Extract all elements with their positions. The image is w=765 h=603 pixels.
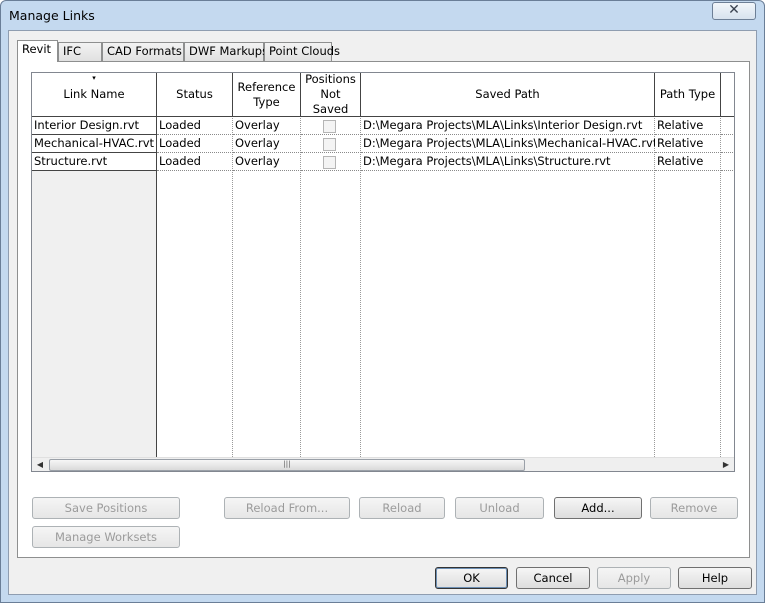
filler-cell [721,117,734,135]
scroll-right-icon[interactable]: ▶ [718,458,734,471]
column-label: Status [176,87,213,101]
link-name-cell[interactable]: Interior Design.rvt [32,117,157,135]
column-label: Saved Path [475,87,540,101]
filler-cell [721,153,734,171]
column-header-path-type[interactable]: Path Type [655,73,721,117]
tab-revit[interactable]: Revit [17,40,58,62]
add-button[interactable]: Add... [554,497,642,519]
column-label: Link Name [63,87,125,101]
tab-point-clouds[interactable]: Point Clouds [264,42,340,61]
column-header-saved-path[interactable]: Saved Path [361,73,655,117]
positions-not-saved-checkbox[interactable] [323,156,336,169]
scroll-left-icon[interactable]: ◀ [32,458,48,471]
links-table: ▾ Link Name Status Reference Type Positio… [31,72,735,472]
column-label: Positions Not Saved [305,72,356,116]
positions-not-saved-cell [301,117,361,135]
column-label: Path Type [659,87,716,101]
tab-dwf-markups[interactable]: DWF Markups [184,42,268,61]
saved-path-cell[interactable]: D:\Megara Projects\MLA\Links\Structure.r… [361,153,655,171]
save-positions-button[interactable]: Save Positions [32,497,180,519]
reference-type-cell[interactable]: Overlay [233,153,301,171]
reload-button[interactable]: Reload [359,497,445,519]
close-button[interactable]: ✕ [712,2,756,20]
status-cell[interactable]: Loaded [157,135,233,153]
filler-cell [721,135,734,153]
grip-icon: ||| [283,460,291,468]
column-header-reference-type[interactable]: Reference Type [233,73,301,117]
positions-not-saved-cell [301,135,361,153]
table-row[interactable]: Interior Design.rvt Loaded Overlay D:\Me… [32,117,734,135]
help-button[interactable]: Help [678,567,752,589]
sort-descending-icon: ▾ [92,74,96,82]
manage-worksets-button[interactable]: Manage Worksets [32,526,180,548]
positions-not-saved-checkbox[interactable] [323,138,336,151]
title-bar[interactable]: Manage Links ✕ [1,1,764,31]
path-type-cell[interactable]: Relative [655,135,721,153]
column-label: Reference Type [237,79,296,109]
unload-button[interactable]: Unload [455,497,544,519]
link-name-cell[interactable]: Structure.rvt [32,153,157,171]
saved-path-cell[interactable]: D:\Megara Projects\MLA\Links\Mechanical-… [361,135,655,153]
close-icon: ✕ [728,2,740,18]
dialog-title: Manage Links [9,8,95,23]
table-row[interactable]: Mechanical-HVAC.rvt Loaded Overlay D:\Me… [32,135,734,153]
status-cell[interactable]: Loaded [157,153,233,171]
path-type-cell[interactable]: Relative [655,117,721,135]
ok-button[interactable]: OK [435,567,508,589]
tab-ifc[interactable]: IFC [58,42,102,61]
revit-tab-panel: ▾ Link Name Status Reference Type Positio… [17,61,750,558]
path-type-cell[interactable]: Relative [655,153,721,171]
scrollbar-thumb[interactable]: ||| [49,459,525,471]
column-header-status[interactable]: Status [157,73,233,117]
remove-button[interactable]: Remove [650,497,738,519]
table-row[interactable]: Structure.rvt Loaded Overlay D:\Megara P… [32,153,734,171]
column-header-filler [721,73,734,117]
cancel-button[interactable]: Cancel [516,567,590,589]
reference-type-cell[interactable]: Overlay [233,117,301,135]
column-header-positions-not-saved[interactable]: Positions Not Saved [301,73,361,117]
horizontal-scrollbar[interactable]: ◀ ||| ▶ [32,457,734,471]
dialog-client-area: Revit IFC CAD Formats DWF Markups Point … [8,30,757,595]
apply-button[interactable]: Apply [597,567,671,589]
reload-from-button[interactable]: Reload From... [224,497,350,519]
positions-not-saved-cell [301,153,361,171]
column-header-link-name[interactable]: ▾ Link Name [32,73,157,117]
positions-not-saved-checkbox[interactable] [323,120,336,133]
saved-path-cell[interactable]: D:\Megara Projects\MLA\Links\Interior De… [361,117,655,135]
tab-cad-formats[interactable]: CAD Formats [102,42,184,61]
manage-links-dialog: Manage Links ✕ Revit IFC CAD Formats DWF… [0,0,765,603]
link-name-cell[interactable]: Mechanical-HVAC.rvt [32,135,157,153]
reference-type-cell[interactable]: Overlay [233,135,301,153]
status-cell[interactable]: Loaded [157,117,233,135]
